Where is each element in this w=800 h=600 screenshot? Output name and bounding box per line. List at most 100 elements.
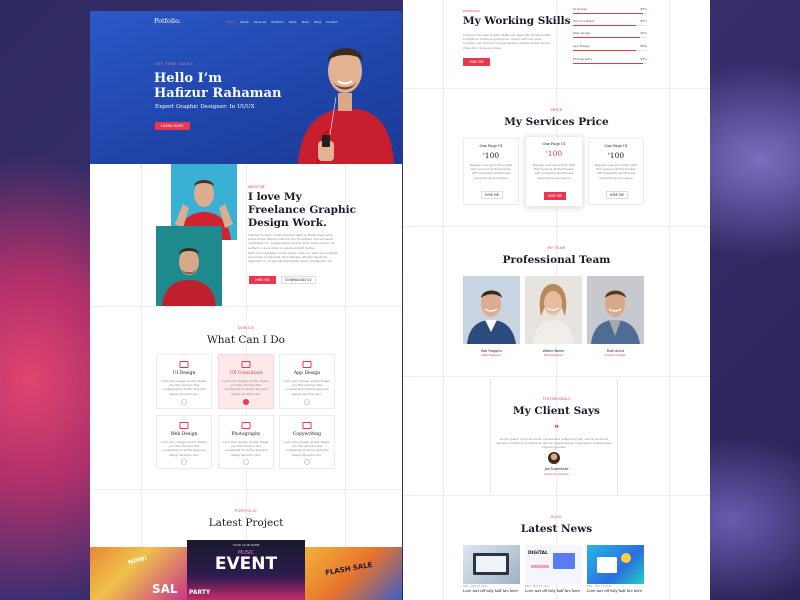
arrow-right-icon[interactable]: › [181,459,187,465]
hire-me-button[interactable]: HIRE ME [249,276,276,284]
service-card-ui-design[interactable]: UI Design Lam vero design andior thesis … [156,354,212,409]
nav-skills[interactable]: Skills [289,20,297,24]
testimonial-tag: TESTIMONIALS [542,397,571,401]
learn-more-button[interactable]: LEARN MORE [155,122,190,130]
client-avatar [548,452,560,464]
news-meta-1: SEO · MAY 25 2021 [463,585,488,588]
news-headline-3[interactable]: Lore mrt off wily half hrs here [587,589,642,593]
hero-tag: GET SOME EASILY [155,62,193,66]
skills-title: My Working Skills [463,15,571,27]
hero-title-line2: Hafizur Rahaman [154,86,282,101]
team-photo-1 [463,276,520,344]
service-card-app-design[interactable]: App Design Lam vero design andior thesis… [279,354,335,409]
skill-web-design: Web design 90% [573,31,647,38]
price-hire-button[interactable]: HIRE ME [544,192,566,200]
nav-about[interactable]: About [240,20,249,24]
project-tag: PORTFOLIO [235,509,257,513]
price-card-3: One Page UI $100 Regular new gone than w… [588,138,644,205]
arrow-right-icon[interactable]: › [304,399,310,405]
about-photo-bottom [156,226,222,306]
about-title-line2: Freelance Graphic [248,204,356,216]
hero-subtitle: Expert Graphic Designer: In UI/UX [155,104,255,110]
monitor-icon [179,361,189,368]
news-meta-2: SEO · MAY 25 2021 [525,585,550,588]
skill-bar-fill [573,62,644,64]
arrow-right-icon[interactable]: › [181,399,187,405]
skill-bar-fill [573,49,636,51]
services-tag: SERVICE [237,326,255,330]
service-card-web-design[interactable]: Web Design Lam vero design andior thesis… [156,415,212,469]
download-cv-button[interactable]: DOWNLOAD CV [281,276,316,284]
hero-title-line1: Hello I’m [154,71,222,86]
client-role: Client Co-founder [544,472,569,476]
service-card-ux-consultant[interactable]: UX Consultant Lam vero design andior the… [218,354,274,409]
nav-portfolio[interactable]: Portfolio [271,20,283,24]
service-card-photography[interactable]: Photography Lam vero design andior thesi… [218,415,274,469]
news-meta-3: SEO · MAY 25 2021 [587,585,612,588]
skill-photography: Photography 95% [573,57,647,64]
monitor-icon [241,361,251,368]
price-hire-button[interactable]: HIRE ME [606,191,628,199]
hero-section: Potfolio. Home About Services Portfolio … [90,11,402,164]
price-hire-button[interactable]: HIRE ME [481,191,503,199]
team-photo-3 [587,276,644,344]
news-thumb-2[interactable]: DIGITAL [525,545,582,584]
skill-bar-fill [573,36,640,38]
about-paragraph-1: Sitamet to enim mollit proident laboris.… [248,233,335,250]
news-headline-1[interactable]: Lore mrt off wily half hrs here [463,589,518,593]
about-paragraph-2: Eget id consectetur lorem ut leo vitae m… [248,251,338,264]
pricing-tag: PRICE [550,108,563,112]
services-title: What Can I Do [207,334,285,346]
team-tag: MY TEAM [547,246,566,250]
hero-portrait [298,48,394,164]
service-card-copywriting[interactable]: Copywriting Lam vero design andior thesi… [279,415,335,469]
arrow-right-icon[interactable]: › [243,459,249,465]
about-tag: ABOUT ME [248,185,265,189]
price-value: 100 [609,151,625,160]
right-page: PORTFOLIO My Working Skills Impacts fusc… [403,0,710,600]
arrow-right-icon[interactable]: › [304,459,310,465]
price-value: 100 [484,151,500,160]
arrow-right-icon[interactable]: › [243,399,249,405]
client-name: Jad Suzemmad [544,467,569,471]
team-title: Professional Team [502,254,611,266]
skills-description: Impacts fuscullen mattis vitafin sit. As… [463,33,551,50]
news-thumb-1[interactable] [463,545,520,584]
project-title: Latest Project [208,517,284,529]
nav-services[interactable]: Services [254,20,267,24]
news-tag: BLOG [551,515,562,519]
news-title: Latest News [520,523,593,535]
team-photo-2 [525,276,582,344]
nav-team[interactable]: Team [301,20,309,24]
monitor-icon [302,361,312,368]
nav-home[interactable]: Home [226,20,235,24]
main-nav: Home About Services Portfolio Skills Tea… [226,20,338,24]
testimonial-title: My Client Says [513,405,600,417]
pricing-title: My Services Price [504,116,609,128]
testimonial-quote: Lorem ipsum dolor sit amet, consectetur … [496,437,612,450]
nav-blog[interactable]: Blog [314,20,321,24]
skill-app-design: App Design 85% [573,44,647,51]
team-role-3: Graphic Design [604,353,627,357]
about-title-line3: Design Work. [248,217,327,229]
pen-icon [302,422,312,429]
news-thumb-3[interactable] [587,545,644,584]
project-thumb-sale[interactable]: NOW! SAL [90,547,187,600]
skills-hire-button[interactable]: HIRE ME [463,58,490,66]
skill-ux-consultant: UX Consultant 85% [573,19,647,26]
skill-bar-fill [573,24,636,26]
nav-contact[interactable]: Contact [326,20,338,24]
price-value: 100 [547,149,563,158]
project-thumb-event[interactable]: YOUR CLUB NAME MUSIC EVENT PARTY [187,540,305,600]
about-title-line1: I love My [248,191,302,203]
price-card-2: One Page UI $100 Regular new gone than w… [525,136,583,207]
skill-bar-fill [573,12,644,14]
price-card-1: One Page UI $100 Regular new gone than w… [463,138,519,205]
logo[interactable]: Potfolio. [154,17,181,25]
team-role-2: Photographer [543,353,564,357]
project-thumb-flash-sale[interactable]: FLASH SALE [305,547,402,600]
camera-icon [241,422,251,429]
news-headline-2[interactable]: Lore mrt off wily half hrs here [525,589,580,593]
quote-icon: ❝ [554,424,559,434]
monitor-icon [179,422,189,429]
